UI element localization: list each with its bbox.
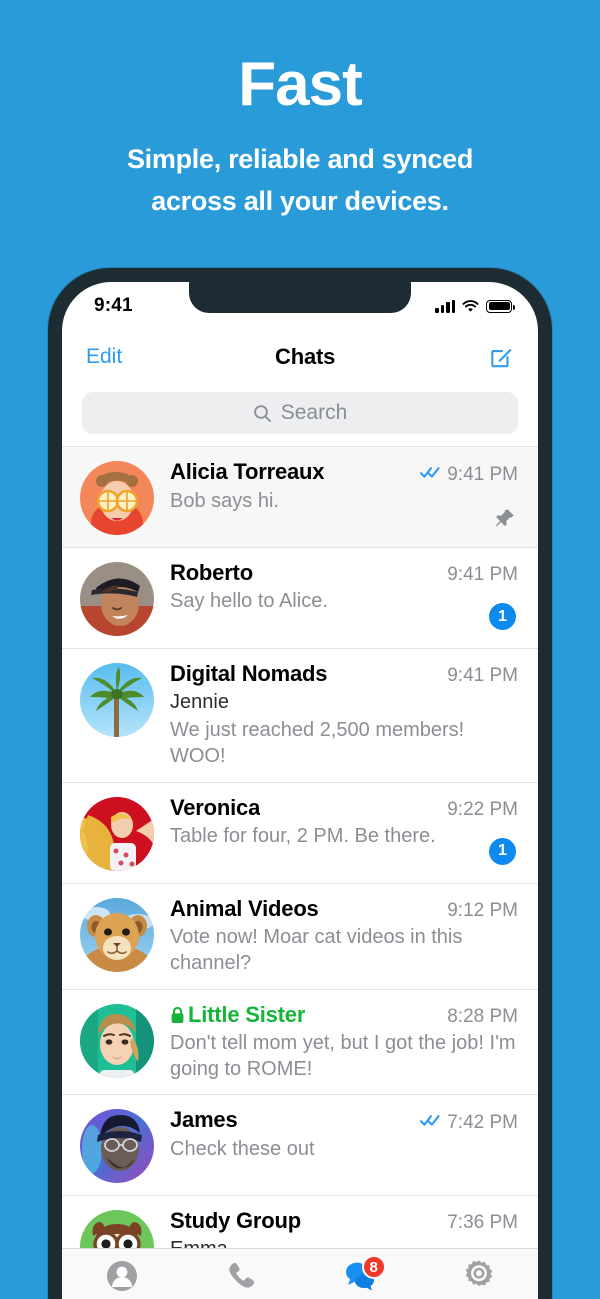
unread-badge: 1 [489, 837, 516, 865]
signal-bars-icon [435, 299, 455, 313]
chat-item-body: Animal Videos 9:12 PM Vote now! Moar cat v… [154, 896, 518, 977]
chat-item-title: Digital Nomads [170, 661, 328, 686]
pin-icon [495, 509, 514, 527]
chat-item-meta: 7:42 PM [410, 1112, 518, 1134]
tab-badge: 8 [361, 1255, 386, 1279]
chat-list-item[interactable]: Alicia Torreaux 9:41 PM Bob says hi. [62, 446, 538, 547]
chat-item-header: Veronica 9:22 PM [170, 795, 518, 821]
chat-item-time: 7:36 PM [447, 1212, 518, 1234]
search-icon [253, 404, 271, 422]
lion-cub-avatar [80, 897, 154, 972]
chat-item-meta: 9:41 PM [437, 665, 518, 687]
edit-button[interactable]: Edit [86, 345, 122, 369]
chat-item-preview: Say hello to Alice. [170, 590, 328, 612]
lock-icon [171, 1006, 184, 1023]
compose-icon[interactable] [488, 344, 514, 370]
chats-bubbles-icon: 8 [343, 1255, 386, 1293]
wifi-icon [462, 299, 479, 312]
chat-item-body: Little Sister 8:28 PM Don't tell mom yet, … [154, 1002, 518, 1083]
tab-calls[interactable]: Calls [181, 1259, 300, 1299]
chat-item-preview: Vote now! Moar cat videos in this channe… [170, 925, 463, 975]
chat-list: Alicia Torreaux 9:41 PM Bob says hi. Rober… [62, 446, 538, 1299]
woman-teal-avatar [80, 1003, 154, 1078]
tab-bar: ContactsCalls8ChatsSettings [62, 1248, 538, 1299]
chat-item-header: Animal Videos 9:12 PM [170, 896, 518, 922]
chat-item-preview: Check these out [170, 1137, 315, 1160]
promo-header: Fast Simple, reliable and synced across … [0, 0, 600, 223]
chat-item-time: 9:41 PM [447, 463, 518, 485]
tab-contacts[interactable]: Contacts [62, 1259, 181, 1299]
chat-item-title: Little Sister [170, 1002, 305, 1028]
search-placeholder: Search [280, 401, 348, 424]
read-receipt-icon [420, 1113, 442, 1132]
chat-item-header: Digital Nomads 9:41 PM [170, 661, 518, 687]
chat-item-title: Veronica [170, 794, 261, 820]
chat-item-header: Roberto 9:41 PM [170, 560, 518, 586]
chat-item-title: Study Group [170, 1208, 302, 1234]
chat-list-item[interactable]: Roberto 9:41 PM Say hello to Alice. 1 [62, 547, 538, 648]
page-title: Chats [275, 344, 336, 369]
chat-item-title: James [170, 1107, 238, 1133]
tab-chats[interactable]: 8Chats [300, 1255, 419, 1299]
status-bar-time: 9:41 [94, 295, 133, 316]
chat-item-body: Digital Nomads 9:41 PM Jennie We just reach… [154, 661, 518, 770]
battery-full-icon [486, 299, 515, 313]
chat-item-title: Animal Videos [170, 895, 319, 921]
chat-item-time: 7:42 PM [447, 1111, 518, 1133]
chat-item-body: Roberto 9:41 PM Say hello to Alice. [154, 560, 518, 636]
gear-icon [462, 1259, 496, 1293]
chat-item-sender: Jennie [170, 691, 229, 713]
phone-mockup: 9:41 Edit Chats Search Alicia Torreaux 9… [48, 268, 552, 1299]
chat-item-time: 8:28 PM [447, 1005, 518, 1027]
tab-settings[interactable]: Settings [419, 1259, 538, 1299]
chat-item-preview: We just reached 2,500 members! WOO! [170, 719, 465, 768]
chat-item-preview: Don't tell mom yet, but I got the job! I… [170, 1031, 516, 1080]
chat-item-meta: 9:12 PM [437, 900, 518, 922]
chat-item-meta: 8:28 PM [437, 1006, 518, 1028]
chat-item-body: Veronica 9:22 PM Table for four, 2 PM. Be … [154, 795, 518, 871]
chat-item-meta: 7:36 PM [437, 1212, 518, 1234]
chat-list-item[interactable]: Little Sister 8:28 PM Don't tell mom yet, … [62, 988, 538, 1095]
chat-item-preview: Bob says hi. [170, 489, 279, 512]
chat-item-time: 9:22 PM [447, 798, 518, 820]
chat-list-item[interactable]: Animal Videos 9:12 PM Vote now! Moar cat v… [62, 882, 538, 989]
chat-item-header: Study Group 7:36 PM [170, 1208, 518, 1234]
palm-tree-avatar [80, 663, 154, 737]
promo-subtitle-line-2: across all your devices. [151, 185, 449, 216]
promo-subtitle-line-1: Simple, reliable and synced [126, 144, 474, 175]
man-cap-avatar [80, 562, 154, 636]
phone-notch [189, 282, 411, 313]
chat-item-meta: 9:41 PM [410, 464, 518, 486]
phone-icon [224, 1259, 258, 1293]
chat-item-time: 9:41 PM [447, 564, 518, 585]
contacts-icon [105, 1259, 139, 1293]
chat-item-title: Roberto [170, 560, 253, 585]
chat-list-item[interactable]: James 7:42 PM Check these out [62, 1094, 538, 1195]
nav-bar: Edit Chats [62, 330, 538, 384]
chat-item-time: 9:12 PM [447, 899, 518, 921]
chat-item-header: James 7:42 PM [170, 1107, 518, 1134]
chat-item-body: Alicia Torreaux 9:41 PM Bob says hi. [154, 459, 518, 535]
unread-badge: 1 [489, 603, 516, 630]
chat-list-item[interactable]: Veronica 9:22 PM Table for four, 2 PM. Be … [62, 781, 538, 883]
woman-oranges-avatar [80, 461, 154, 535]
search-container: Search [62, 384, 538, 446]
chat-item-meta: 9:22 PM [437, 799, 518, 821]
chat-item-preview: Table for four, 2 PM. Be there. [170, 824, 436, 847]
man-beanie-avatar [80, 1109, 154, 1184]
chat-item-header: Alicia Torreaux 9:41 PM [170, 459, 518, 486]
chat-item-title: Alicia Torreaux [170, 459, 325, 484]
chat-list-item[interactable]: Digital Nomads 9:41 PM Jennie We just reach… [62, 648, 538, 782]
promo-subtitle: Simple, reliable and synced across all y… [0, 139, 600, 223]
chat-item-body: James 7:42 PM Check these out [154, 1107, 518, 1183]
promo-title: Fast [238, 50, 362, 119]
chat-item-header: Little Sister 8:28 PM [170, 1002, 518, 1028]
status-bar-indicators [435, 299, 515, 313]
search-input[interactable]: Search [82, 392, 518, 434]
phone-screen: 9:41 Edit Chats Search Alicia Torreaux 9… [62, 282, 538, 1299]
read-receipt-icon [420, 465, 442, 484]
chat-item-time: 9:41 PM [447, 665, 518, 686]
chat-item-meta: 9:41 PM [437, 564, 518, 586]
woman-red-avatar [80, 796, 154, 871]
